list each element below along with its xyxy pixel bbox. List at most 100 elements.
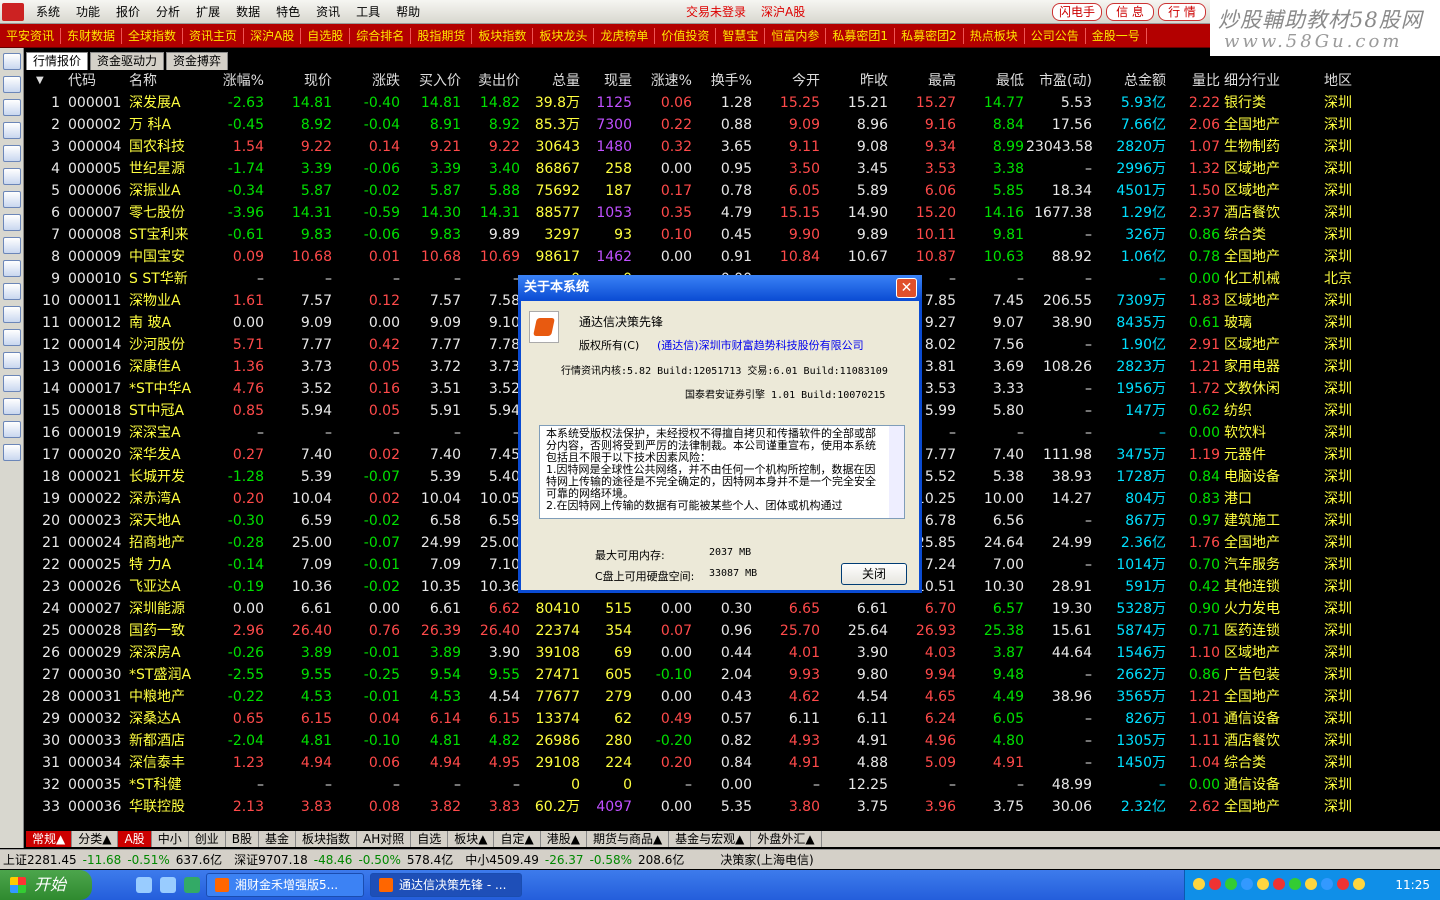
toolbar-icon[interactable] [3,283,21,300]
dialog-close-icon[interactable]: ✕ [896,278,917,298]
tray-icons[interactable] [1193,878,1369,890]
link-item[interactable]: 公司公告 [1025,27,1086,44]
column-header[interactable]: 最低 [960,70,1024,92]
column-header[interactable]: 换手% [696,70,752,92]
toolbar-icon[interactable] [3,398,21,415]
menu-item[interactable]: 工具 [348,0,388,24]
table-row[interactable]: 24 000027 深圳能源 0.00 6.61 0.00 6.61 6.62 80410 515… [26,598,1440,620]
column-header[interactable]: 涨跌 [340,70,400,92]
table-row[interactable]: 32 000035 *ST科健 – – – – – 0 0 – 0.00 – 12.25 – – 48.99 – 0… [26,774,1440,796]
link-item[interactable]: 板块龙头 [533,27,595,44]
license-notice[interactable]: 本系统受版权法保护，未经授权不得擅自拷贝和传播软件的全部或部分内容，否则将受到严… [539,425,905,519]
server-site[interactable]: 决策家(上海电信) [717,851,816,868]
column-header[interactable]: 代码 [68,70,128,92]
table-row[interactable]: 28 000031 中粮地产 -0.22 4.53 -0.01 4.53 4.54 77677 2… [26,686,1440,708]
table-row[interactable]: 33 000036 华联控股 2.13 3.83 0.08 3.82 3.83 60.2万 409… [26,796,1440,818]
bottom-tab[interactable]: B股 [226,831,259,847]
table-row[interactable]: 7 000008 ST宝利来 -0.61 9.83 -0.06 9.83 9.89 3297 93… [26,224,1440,246]
menu-item[interactable]: 分析 [148,0,188,24]
toolbar-icon[interactable] [3,168,21,185]
toolbar-icon[interactable] [3,237,21,254]
column-header[interactable]: 卖出价 [464,70,520,92]
toolbar-icon[interactable] [3,306,21,323]
menu-item[interactable]: 数据 [228,0,268,24]
notice-scrollbar[interactable] [889,426,904,518]
toolbar-icon[interactable] [3,191,21,208]
link-item[interactable]: 恒富内参 [765,27,827,44]
table-row[interactable]: 30 000033 新都酒店 -2.04 4.81 -0.10 4.81 4.82 26986 2… [26,730,1440,752]
task-item-2[interactable]: 通达信决策先锋 - ... [370,873,522,897]
lightning-button[interactable]: 闪电手 [1052,3,1102,21]
column-header[interactable]: 细分行业 [1224,70,1306,92]
table-row[interactable]: 1 000001 深发展A -2.63 14.81 -0.40 14.81 14.82 39.8… [26,92,1440,114]
toolbar-icon[interactable] [3,214,21,231]
link-item[interactable]: 综合排名 [350,27,412,44]
column-header[interactable]: 最高 [892,70,956,92]
link-item[interactable]: 私募密团1 [826,27,896,44]
bottom-tab[interactable]: 创业 [189,831,226,847]
bottom-tab[interactable]: AH对照 [357,831,412,847]
column-header[interactable]: 现量 [582,70,632,92]
toolbar-icon[interactable] [3,145,21,162]
link-item[interactable]: 深沪A股 [244,27,302,44]
quote-button[interactable]: 行 情 [1158,3,1206,21]
close-button[interactable]: 关闭 [841,563,907,585]
info-button[interactable]: 信 息 [1106,3,1154,21]
table-row[interactable]: 8 000009 中国宝安 0.09 10.68 0.01 10.68 10.69 98617 1… [26,246,1440,268]
table-row[interactable]: 29 000032 深桑达A 0.65 6.15 0.04 6.14 6.15 13374 62 0… [26,708,1440,730]
link-item[interactable]: 价值投资 [655,27,717,44]
link-item[interactable]: 智慧宝 [716,27,766,44]
toolbar-icon[interactable] [3,260,21,277]
toolbar-icon[interactable] [3,99,21,116]
column-header[interactable]: 今开 [756,70,820,92]
toolbar-icon[interactable] [3,76,21,93]
column-header[interactable]: 总金额 [1096,70,1166,92]
tab-item[interactable]: 行情报价 [26,52,89,70]
bottom-tab[interactable]: A股 [118,831,152,847]
link-item[interactable]: 自选股 [301,27,351,44]
bottom-tab[interactable]: 基金 [259,831,296,847]
column-header[interactable]: 涨幅% [206,70,264,92]
toolbar-icon[interactable] [3,375,21,392]
column-header[interactable]: 地区 [1324,70,1364,92]
company-link[interactable]: (通达信)深圳市财富趋势科技股份有限公司 [657,337,864,353]
bottom-tab[interactable]: 自选 [411,831,449,847]
menu-item[interactable]: 扩展 [188,0,228,24]
link-item[interactable]: 东财数据 [61,27,123,44]
menu-item[interactable]: 资讯 [308,0,348,24]
column-header[interactable]: 买入价 [401,70,461,92]
column-header[interactable]: 总量 [520,70,580,92]
desktop-icon[interactable] [160,877,176,893]
sort-arrow-icon[interactable]: ▼ [36,70,54,92]
toolbar-icon[interactable] [3,53,21,70]
table-row[interactable]: 27 000030 *ST盛润A -2.55 9.55 -0.25 9.54 9.55 2747… [26,664,1440,686]
link-item[interactable]: 热点板块 [964,27,1025,44]
column-header[interactable]: 涨速% [634,70,692,92]
table-row[interactable]: 26 000029 深深房A -0.26 3.89 -0.01 3.89 3.90 39108 6… [26,642,1440,664]
table-row[interactable]: 3 000004 国农科技 1.54 9.22 0.14 9.21 9.22 30643 1480… [26,136,1440,158]
column-header[interactable]: 现价 [272,70,332,92]
bottom-tab[interactable]: 自定▲ [494,831,541,847]
column-header[interactable]: 量比 [1168,70,1220,92]
tab-item[interactable]: 资金搏弈 [166,52,229,70]
menu-item[interactable]: 系统 [28,0,68,24]
bottom-tab[interactable]: 板块指数 [296,831,357,847]
column-header[interactable]: 市盈(动) [1026,70,1092,92]
bottom-tab[interactable]: 板块▲ [448,831,495,847]
bottom-tab[interactable]: 外盘外汇▲ [751,831,822,847]
toolbar-icon[interactable] [3,444,21,461]
column-header[interactable]: 名称 [129,70,207,92]
tab-item[interactable]: 资金驱动力 [90,52,165,70]
table-row[interactable]: 4 000005 世纪星源 -1.74 3.39 -0.06 3.39 3.40 86867 25… [26,158,1440,180]
firefox-icon[interactable] [184,877,200,893]
link-item[interactable]: 资讯主页 [183,27,245,44]
table-row[interactable]: 25 000028 国药一致 2.96 26.40 0.76 26.39 26.40 22374… [26,620,1440,642]
toolbar-icon[interactable] [3,352,21,369]
bottom-tab[interactable]: 基金与宏观▲ [669,831,752,847]
bottom-tab[interactable]: 中小 [152,831,189,847]
bottom-tab[interactable]: 期货与商品▲ [587,831,670,847]
toolbar-icon[interactable] [3,329,21,346]
link-item[interactable]: 龙虎榜单 [594,27,656,44]
task-item-1[interactable]: 湘财金禾增强版5... [206,873,364,897]
bottom-tab[interactable]: 港股▲ [541,831,587,847]
